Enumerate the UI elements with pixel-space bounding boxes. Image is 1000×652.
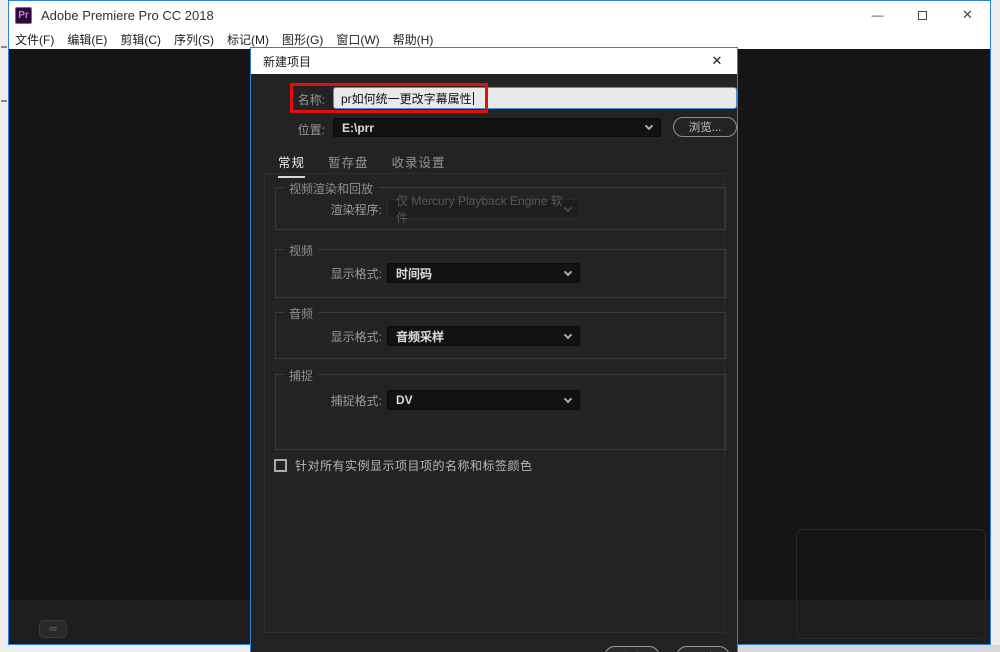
menubar: 文件(F) 编辑(E) 剪辑(C) 序列(S) 标记(M) 图形(G) 窗口(W… bbox=[9, 29, 990, 49]
menu-item-graphics[interactable]: 图形(G) bbox=[282, 31, 323, 48]
menu-item-edit[interactable]: 编辑(E) bbox=[67, 31, 107, 48]
window-controls: — ✕ bbox=[855, 1, 990, 29]
chevron-down-icon bbox=[563, 267, 573, 276]
video-display-format-dropdown[interactable]: 时间码 bbox=[387, 263, 580, 283]
renderer-dropdown: 仅 Mercury Playback Engine 软件 bbox=[387, 194, 580, 225]
audio-display-format-value: 音频采样 bbox=[396, 329, 445, 344]
ok-button[interactable]: 确定 bbox=[604, 646, 660, 652]
section-video-rendering: 视频渲染和回放 渲染程序: 仅 Mercury Playback Engine … bbox=[275, 180, 726, 230]
section-legend: 视频 bbox=[284, 242, 319, 259]
capture-format-dropdown[interactable]: DV bbox=[387, 390, 580, 410]
audio-display-format-dropdown[interactable]: 音频采样 bbox=[387, 326, 580, 346]
capture-format-value: DV bbox=[396, 393, 413, 407]
window-title: Adobe Premiere Pro CC 2018 bbox=[41, 7, 214, 23]
section-capture: 捕捉 捕捉格式: DV bbox=[275, 367, 726, 450]
menu-item-marker[interactable]: 标记(M) bbox=[227, 31, 269, 48]
location-label: 位置: bbox=[297, 123, 325, 137]
close-button[interactable]: ✕ bbox=[945, 1, 990, 29]
show-item-names-checkbox[interactable] bbox=[274, 459, 287, 472]
premiere-logo-icon: Pr bbox=[15, 6, 32, 24]
background-artifact bbox=[1, 100, 7, 102]
section-audio: 音频 显示格式: 音频采样 bbox=[275, 305, 726, 359]
menu-item-sequence[interactable]: 序列(S) bbox=[174, 31, 214, 48]
background-artifact bbox=[1, 46, 7, 48]
background-panel-outline bbox=[796, 529, 986, 639]
browse-button[interactable]: 浏览... bbox=[673, 117, 737, 137]
video-display-format-label: 显示格式: bbox=[330, 266, 382, 281]
section-legend: 捕捉 bbox=[284, 367, 319, 384]
titlebar: Pr Adobe Premiere Pro CC 2018 — ✕ bbox=[9, 1, 990, 29]
renderer-label: 渲染程序: bbox=[330, 202, 382, 217]
audio-display-format-label: 显示格式: bbox=[330, 329, 382, 344]
dialog-titlebar: 新建项目 ✕ bbox=[251, 48, 737, 74]
capture-format-label: 捕捉格式: bbox=[330, 393, 382, 408]
dialog-close-button[interactable]: ✕ bbox=[706, 48, 728, 74]
menu-item-window[interactable]: 窗口(W) bbox=[336, 31, 379, 48]
dialog-title: 新建项目 bbox=[263, 54, 312, 69]
section-legend: 视频渲染和回放 bbox=[284, 180, 379, 197]
chevron-down-icon bbox=[563, 394, 573, 403]
location-dropdown[interactable]: E:\prr bbox=[333, 118, 661, 137]
text-caret bbox=[472, 91, 474, 105]
video-display-format-value: 时间码 bbox=[396, 266, 433, 281]
chevron-down-icon bbox=[644, 121, 654, 131]
section-legend: 音频 bbox=[284, 305, 319, 322]
checkbox-label: 针对所有实例显示项目项的名称和标签颜色 bbox=[295, 459, 533, 473]
chevron-down-icon bbox=[563, 330, 573, 339]
renderer-value: 仅 Mercury Playback Engine 软件 bbox=[396, 194, 563, 225]
link-icon: ∞ bbox=[39, 620, 67, 638]
background-window-strip-right bbox=[991, 0, 1000, 652]
minimize-button[interactable]: — bbox=[855, 1, 900, 29]
desktop: Pr Adobe Premiere Pro CC 2018 — ✕ 文件(F) … bbox=[0, 0, 1000, 652]
project-name-input[interactable]: pr如何统一更改字幕属性 bbox=[333, 87, 737, 109]
menu-item-help[interactable]: 帮助(H) bbox=[393, 31, 434, 48]
maximize-icon bbox=[918, 10, 927, 20]
menu-item-file[interactable]: 文件(F) bbox=[15, 31, 54, 48]
new-project-dialog: 新建项目 ✕ 名称: pr如何统一更改字幕属性 位置: E:\prr 浏览...… bbox=[250, 47, 738, 652]
menu-item-clip[interactable]: 剪辑(C) bbox=[120, 31, 161, 48]
name-label: 名称: bbox=[297, 93, 325, 107]
location-value: E:\prr bbox=[342, 120, 375, 135]
section-video: 视频 显示格式: 时间码 bbox=[275, 242, 726, 298]
maximize-button[interactable] bbox=[900, 1, 945, 29]
project-name-value: pr如何统一更改字幕属性 bbox=[341, 91, 472, 106]
display-names-option: 针对所有实例显示项目项的名称和标签颜色 bbox=[274, 457, 533, 474]
cancel-button[interactable]: 取消 bbox=[676, 646, 730, 652]
